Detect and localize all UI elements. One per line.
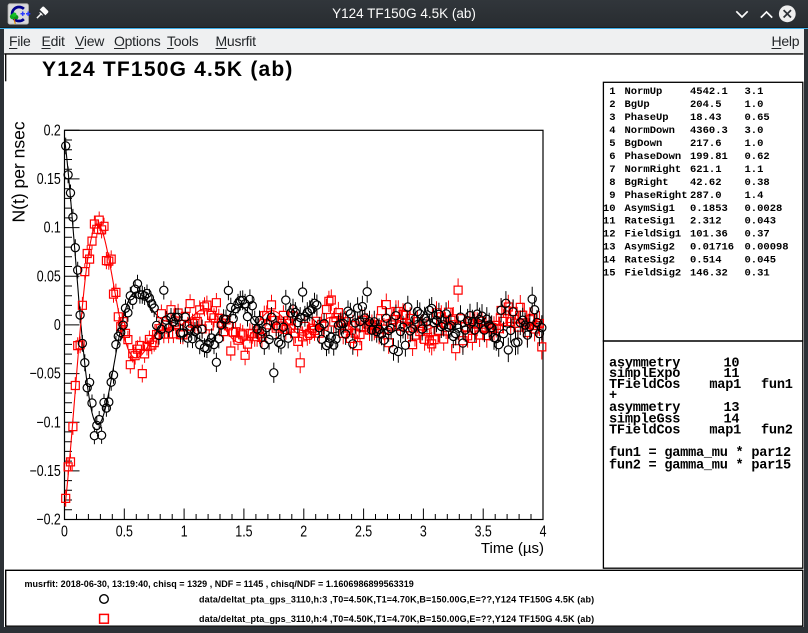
svg-text:−0.1: −0.1 <box>36 413 61 431</box>
svg-text:1.0: 1.0 <box>745 138 764 150</box>
svg-text:1: 1 <box>181 522 188 540</box>
svg-text:287.0: 287.0 <box>690 190 722 202</box>
svg-text:1.5: 1.5 <box>235 522 252 540</box>
svg-text:204.5: 204.5 <box>690 99 722 111</box>
svg-text:0.5: 0.5 <box>116 522 133 540</box>
svg-text:0.514: 0.514 <box>690 255 722 267</box>
svg-text:PhaseUp: PhaseUp <box>625 112 669 124</box>
svg-text:musrfit: 2018-06-30, 13:19:40,: musrfit: 2018-06-30, 13:19:40, chisq = 1… <box>25 579 414 589</box>
svg-text:BgDown: BgDown <box>625 138 663 150</box>
svg-text:4360.3: 4360.3 <box>690 125 728 137</box>
svg-text:12: 12 <box>603 229 616 241</box>
svg-text:1: 1 <box>609 86 615 98</box>
svg-text:FieldSig2: FieldSig2 <box>625 268 682 280</box>
svg-text:18.43: 18.43 <box>690 112 722 124</box>
svg-text:0.62: 0.62 <box>745 151 770 163</box>
svg-text:NormRight: NormRight <box>625 164 682 176</box>
svg-text:0.00098: 0.00098 <box>745 242 789 254</box>
svg-text:101.36: 101.36 <box>690 229 728 241</box>
svg-text:4542.1: 4542.1 <box>690 86 728 98</box>
svg-text:2: 2 <box>300 522 307 540</box>
svg-text:3.1: 3.1 <box>745 86 764 98</box>
svg-text:data/deltat_pta_gps_3110,h:4 ,: data/deltat_pta_gps_3110,h:4 ,T0=4.50K,T… <box>199 614 594 624</box>
svg-text:map1: map1 <box>709 378 741 393</box>
svg-text:3: 3 <box>609 112 615 124</box>
svg-text:BgUp: BgUp <box>625 99 650 111</box>
svg-text:0.37: 0.37 <box>745 229 770 241</box>
svg-text:4: 4 <box>609 125 615 137</box>
svg-text:−0.2: −0.2 <box>36 510 61 528</box>
svg-text:2.312: 2.312 <box>690 216 722 228</box>
svg-text:6: 6 <box>609 151 615 163</box>
svg-text:2.5: 2.5 <box>355 522 372 540</box>
svg-text:0.05: 0.05 <box>37 267 61 285</box>
svg-text:0.2: 0.2 <box>44 121 61 139</box>
svg-text:RateSig1: RateSig1 <box>625 216 675 228</box>
svg-text:PhaseDown: PhaseDown <box>625 151 682 163</box>
svg-text:FieldSig1: FieldSig1 <box>625 229 682 241</box>
svg-text:15: 15 <box>603 268 616 280</box>
svg-text:10: 10 <box>603 203 616 215</box>
svg-text:−0.05: −0.05 <box>29 364 61 382</box>
svg-text:TFieldCos: TFieldCos <box>609 423 680 438</box>
svg-text:−0.15: −0.15 <box>29 462 61 480</box>
svg-text:RateSig2: RateSig2 <box>625 255 675 267</box>
svg-text:Y124 TF150G 4.5K (ab): Y124 TF150G 4.5K (ab) <box>42 58 294 81</box>
svg-text:42.62: 42.62 <box>690 177 722 189</box>
svg-text:199.81: 199.81 <box>690 151 728 163</box>
svg-text:5: 5 <box>609 138 615 150</box>
svg-text:0.043: 0.043 <box>745 216 777 228</box>
svg-text:1.1: 1.1 <box>745 164 764 176</box>
svg-text:13: 13 <box>603 242 616 254</box>
svg-text:NormDown: NormDown <box>625 125 675 137</box>
svg-text:BgRight: BgRight <box>625 177 669 189</box>
svg-text:0.045: 0.045 <box>745 255 777 267</box>
svg-text:0.31: 0.31 <box>745 268 770 280</box>
svg-text:N(t) per nsec: N(t) per nsec <box>9 121 29 222</box>
svg-text:0.01716: 0.01716 <box>690 242 734 254</box>
svg-text:3: 3 <box>420 522 427 540</box>
svg-text:0: 0 <box>54 316 61 334</box>
svg-text:AsymSig2: AsymSig2 <box>625 242 675 254</box>
svg-text:3.0: 3.0 <box>745 125 764 137</box>
svg-text:0.38: 0.38 <box>745 177 770 189</box>
svg-text:TFieldCos: TFieldCos <box>609 378 680 393</box>
svg-text:PhaseRight: PhaseRight <box>625 190 688 202</box>
svg-text:9: 9 <box>609 190 615 202</box>
svg-text:11: 11 <box>603 216 616 228</box>
svg-text:0.0028: 0.0028 <box>745 203 783 215</box>
svg-text:217.6: 217.6 <box>690 138 722 150</box>
svg-text:0: 0 <box>61 522 68 540</box>
svg-text:fun2: fun2 <box>761 423 793 438</box>
svg-text:fun1: fun1 <box>761 378 793 393</box>
svg-text:AsymSig1: AsymSig1 <box>625 203 675 215</box>
svg-text:8: 8 <box>609 177 615 189</box>
svg-text:2: 2 <box>609 99 615 111</box>
svg-text:0.1: 0.1 <box>44 218 61 236</box>
svg-text:NormUp: NormUp <box>625 86 663 98</box>
svg-text:1.0: 1.0 <box>745 99 764 111</box>
svg-text:0.15: 0.15 <box>37 170 61 188</box>
svg-text:1.4: 1.4 <box>745 190 764 202</box>
svg-text:fun2 = gamma_mu * par15: fun2 = gamma_mu * par15 <box>609 459 791 474</box>
svg-text:3.5: 3.5 <box>475 522 492 540</box>
svg-text:0.1853: 0.1853 <box>690 203 728 215</box>
svg-text:Time (µs): Time (µs) <box>481 540 544 557</box>
svg-text:14: 14 <box>603 255 616 267</box>
svg-text:map1: map1 <box>709 423 741 438</box>
svg-text:data/deltat_pta_gps_3110,h:3 ,: data/deltat_pta_gps_3110,h:3 ,T0=4.50K,T… <box>199 594 594 604</box>
svg-text:7: 7 <box>609 164 615 176</box>
svg-text:621.1: 621.1 <box>690 164 722 176</box>
svg-text:4: 4 <box>540 522 547 540</box>
svg-text:0.65: 0.65 <box>745 112 770 124</box>
svg-text:146.32: 146.32 <box>690 268 728 280</box>
